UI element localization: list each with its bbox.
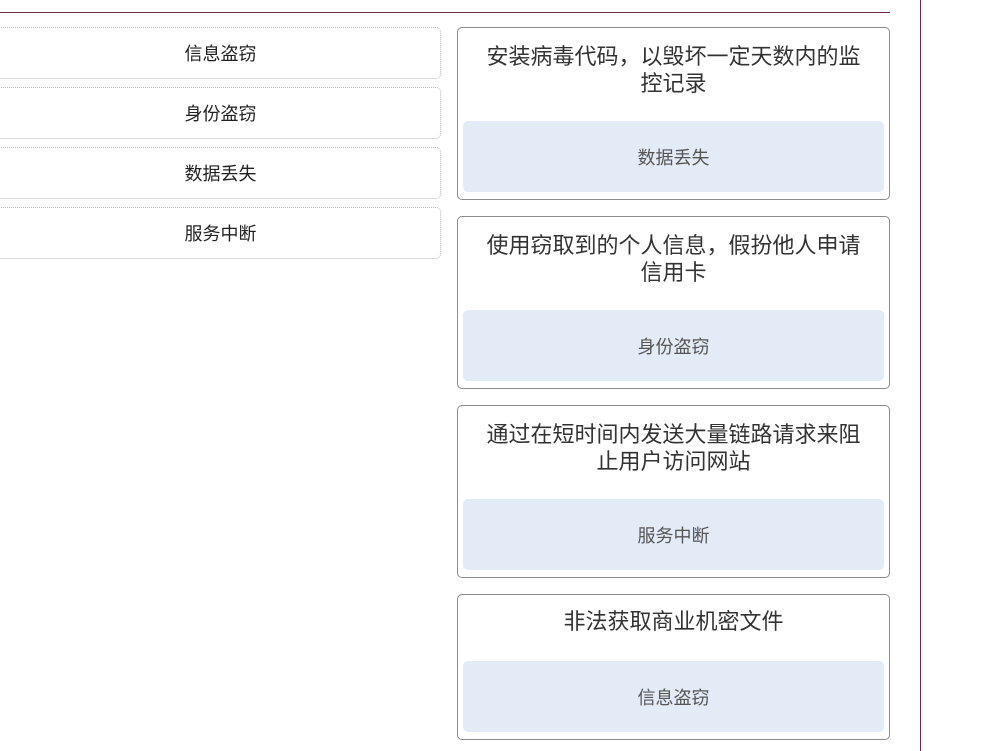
- answer-options-list: 信息盗窃 身份盗窃 数据丢失 服务中断: [0, 27, 441, 267]
- drag-drop-matching-activity: 信息盗窃 身份盗窃 数据丢失 服务中断 安装病毒代码，以毁坏一定天数内的监控记录…: [0, 0, 1007, 751]
- top-divider: [0, 12, 890, 13]
- option-label: 服务中断: [184, 224, 257, 245]
- drop-zone[interactable]: 信息盗窃: [463, 661, 884, 732]
- option-data-loss[interactable]: 数据丢失: [0, 147, 441, 199]
- option-information-theft[interactable]: 信息盗窃: [0, 27, 441, 79]
- scenario-description: 使用窃取到的个人信息，假扮他人申请信用卡: [486, 234, 861, 286]
- right-divider: [920, 0, 921, 751]
- scenario-description: 通过在短时间内发送大量链路请求来阻止用户访问网站: [486, 423, 861, 475]
- drop-zone[interactable]: 服务中断: [463, 499, 884, 570]
- scenario-card: 通过在短时间内发送大量链路请求来阻止用户访问网站 服务中断: [457, 405, 890, 578]
- scenario-targets-list: 安装病毒代码，以毁坏一定天数内的监控记录 数据丢失 使用窃取到的个人信息，假扮他…: [457, 27, 890, 751]
- option-service-disruption[interactable]: 服务中断: [0, 207, 441, 259]
- scenario-description: 安装病毒代码，以毁坏一定天数内的监控记录: [486, 45, 861, 97]
- scenario-card: 安装病毒代码，以毁坏一定天数内的监控记录 数据丢失: [457, 27, 890, 200]
- option-label: 信息盗窃: [184, 44, 257, 65]
- drop-zone[interactable]: 身份盗窃: [463, 310, 884, 381]
- option-label: 身份盗窃: [184, 104, 257, 125]
- scenario-card: 使用窃取到的个人信息，假扮他人申请信用卡 身份盗窃: [457, 216, 890, 389]
- drop-zone[interactable]: 数据丢失: [463, 121, 884, 192]
- option-identity-theft[interactable]: 身份盗窃: [0, 87, 441, 139]
- scenario-description: 非法获取商业机密文件: [563, 610, 784, 635]
- option-label: 数据丢失: [184, 164, 257, 185]
- scenario-card: 非法获取商业机密文件 信息盗窃: [457, 594, 890, 740]
